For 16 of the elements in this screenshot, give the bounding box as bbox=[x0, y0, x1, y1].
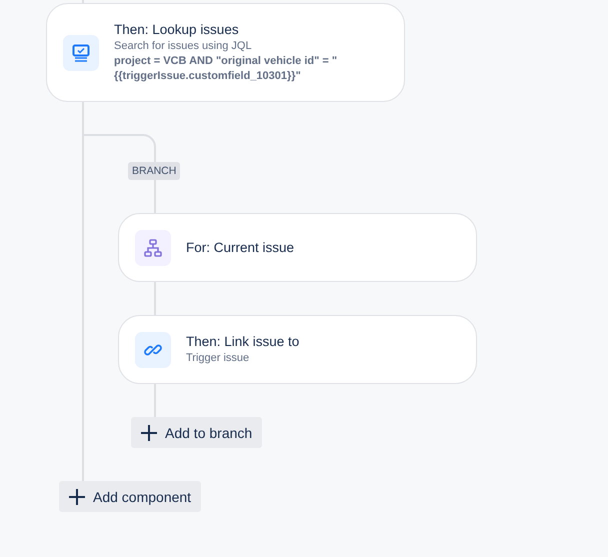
component-description: Search for issues using JQL bbox=[114, 39, 253, 54]
component-title: Then: Link issue to bbox=[186, 333, 300, 351]
jql-query: project = VCB AND "original vehicle id" = " {{triggerIssue.customfield_10301}}" bbox=[114, 54, 338, 84]
component-title: Then: Lookup issues bbox=[114, 21, 240, 39]
monitor-icon bbox=[72, 44, 90, 62]
plus-icon bbox=[68, 488, 86, 506]
plus-icon bbox=[140, 424, 158, 442]
component-card[interactable]: Then: Link issue to Trigger issue bbox=[118, 315, 477, 384]
hierarchy-icon bbox=[144, 238, 162, 256]
add-component-button[interactable]: Add component bbox=[59, 481, 202, 512]
component-card[interactable]: Then: Lookup issues Search for issues using JQL project = VCB AND "original vehicle id" = " {{triggerIssue.customfield_10301}}" bbox=[46, 3, 405, 102]
add-to-branch-button[interactable]: Add to branch bbox=[131, 417, 262, 448]
component-card[interactable]: For: Current issue bbox=[118, 213, 477, 282]
component-title: For: Current issue bbox=[186, 238, 294, 256]
branch-label: BRANCH bbox=[128, 162, 180, 180]
component-description: Trigger issue bbox=[186, 351, 250, 366]
